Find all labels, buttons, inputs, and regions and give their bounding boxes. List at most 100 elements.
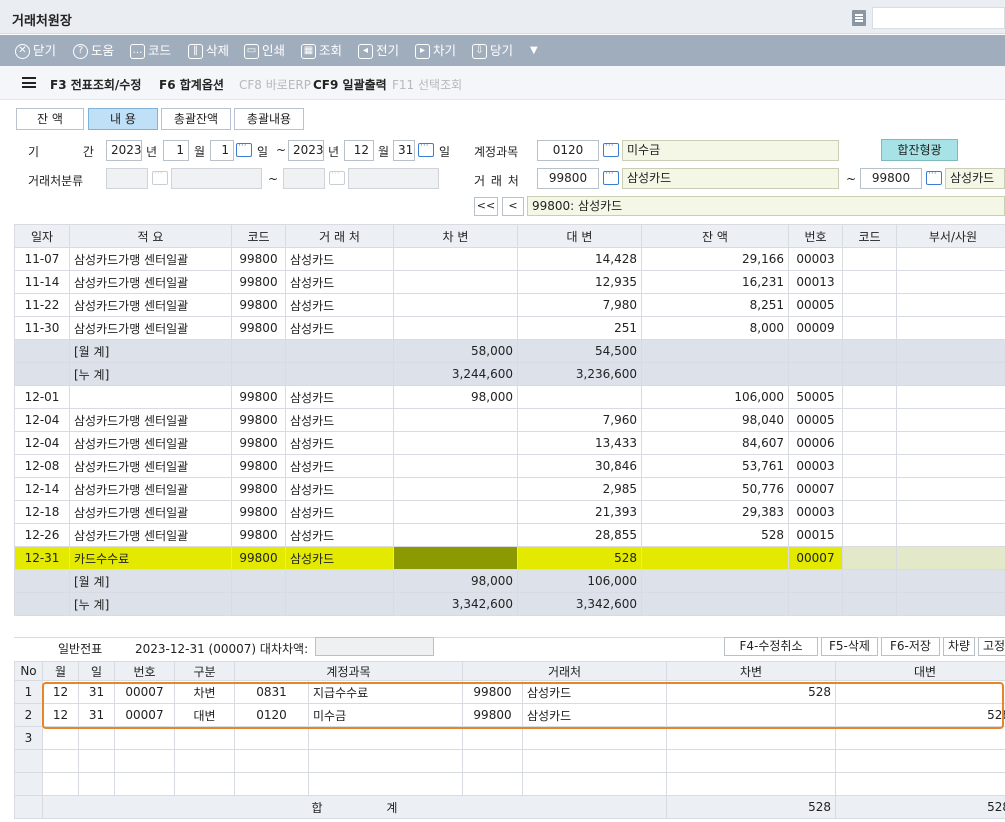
cell-empty[interactable] [522,772,668,796]
from-year-field[interactable]: 2023 [106,140,142,161]
cell-no[interactable]: 1 [14,680,43,704]
ledger-row[interactable]: 12-14 삼성카드가맹 센터일괄 99800 삼성카드 2,985 50,776 0000… [14,477,1005,501]
partner-to-code[interactable]: 99800 [860,168,922,189]
cell-empty[interactable] [78,772,115,796]
partner-from-code[interactable]: 99800 [537,168,599,189]
ledger-row[interactable]: 11-14 삼성카드가맹 센터일괄 99800 삼성카드 12,935 16,231 000… [14,270,1005,294]
combined-highlight-button[interactable]: 합잔형광 [881,139,958,161]
pull-button[interactable]: ⇩ 당기 [472,42,513,60]
ledger-row[interactable]: 11-07 삼성카드가맹 센터일괄 99800 삼성카드 14,428 29,166 000… [14,247,1005,271]
ledger-row[interactable]: [누 계] 3,342,600 3,342,600 [14,592,1005,616]
cell-empty[interactable] [174,772,235,796]
cell-day[interactable] [78,726,115,750]
ledger-row[interactable]: [누 계] 3,244,600 3,236,600 [14,362,1005,386]
lookup-icon[interactable] [926,169,942,185]
save-entry-button[interactable]: F6-저장 [881,637,940,656]
first-partner-button[interactable]: << [474,197,498,216]
prev-partner-button[interactable]: < [502,197,524,216]
calendar-icon[interactable] [236,141,252,157]
cell-empty[interactable] [42,772,79,796]
cell-empty[interactable] [14,749,43,773]
cell-empty[interactable] [307,772,464,796]
journal-row-empty[interactable] [14,772,1005,796]
delete-button[interactable]: ‖ 삭제 [188,42,229,60]
more-dropdown[interactable]: ▼ [530,42,538,60]
help-button[interactable]: ? 도움 [73,42,114,60]
to-year-field[interactable]: 2023 [288,140,324,161]
cell-no[interactable]: 3 [14,726,43,750]
cell-empty[interactable] [42,749,79,773]
code-button[interactable]: … 코드 [130,42,171,60]
tab-total-detail[interactable]: 총괄내용 [234,108,304,130]
ledger-row[interactable]: 12-04 삼성카드가맹 센터일괄 99800 삼성카드 7,960 98,040 0000… [14,408,1005,432]
cell-empty[interactable] [835,749,1005,773]
company-field[interactable] [872,7,1005,29]
calendar-icon[interactable] [418,141,434,157]
f3-button[interactable]: F3 전표조회/수정 [50,76,141,93]
tab-detail[interactable]: 내 용 [88,108,158,130]
ledger-row[interactable]: [월 계] 58,000 54,500 [14,339,1005,363]
tab-balance[interactable]: 잔 액 [16,108,84,130]
cell-credit[interactable] [835,726,1005,750]
journal-row[interactable]: 3 [14,726,1005,750]
to-day-field[interactable]: 31 [393,140,415,161]
ledger-row[interactable]: 11-30 삼성카드가맹 센터일괄 99800 삼성카드 251 8,000 00009 [14,316,1005,340]
to-month-field[interactable]: 12 [344,140,374,161]
prev-button[interactable]: ◂ 전기 [358,42,399,60]
cell-empty[interactable] [462,749,524,773]
cell-acct_name[interactable] [307,726,464,750]
cell-empty[interactable] [666,772,837,796]
cell-empty[interactable] [522,749,668,773]
class-to-field[interactable] [283,168,325,189]
cell-month[interactable] [42,726,79,750]
ledger-row[interactable]: 12-26 삼성카드가맹 센터일괄 99800 삼성카드 28,855 528 00015 [14,523,1005,547]
cell-empty[interactable] [114,749,175,773]
cell-empty[interactable] [174,749,235,773]
ledger-row[interactable]: 11-22 삼성카드가맹 센터일괄 99800 삼성카드 7,980 8,251 00005 [14,293,1005,317]
cf9-button[interactable]: CF9 일괄출력 [313,76,387,93]
ledger-row[interactable]: [월 계] 98,000 106,000 [14,569,1005,593]
f11-button[interactable]: F11 선택조회 [392,76,462,93]
cell-kind[interactable] [174,726,235,750]
cell-partner_name[interactable] [522,726,668,750]
from-day-field[interactable]: 1 [210,140,234,161]
ledger-row[interactable]: 12-04 삼성카드가맹 센터일괄 99800 삼성카드 13,433 84,607 000… [14,431,1005,455]
cell-debit[interactable] [666,726,837,750]
cell-no[interactable]: 2 [14,703,43,727]
cell-empty[interactable] [835,772,1005,796]
cell-empty[interactable] [114,772,175,796]
cf8-button[interactable]: CF8 바로ERP [239,76,311,93]
next-button[interactable]: ▸ 차기 [415,42,456,60]
cell-empty[interactable] [14,772,43,796]
class-from-field[interactable] [106,168,148,189]
journal-row-empty[interactable] [14,749,1005,773]
delete-entry-button[interactable]: F5-삭제 [821,637,878,656]
cell-empty[interactable] [234,749,309,773]
cell-acct_code[interactable] [234,726,309,750]
lookup-icon[interactable] [329,169,345,185]
cell-empty[interactable] [462,772,524,796]
cell-empty[interactable] [666,749,837,773]
lookup-icon[interactable] [603,141,619,157]
account-code-field[interactable]: 0120 [537,140,599,161]
print-button[interactable]: ▭ 인쇄 [244,42,285,60]
fixed-button[interactable]: 고정 [978,637,1005,656]
lookup-icon[interactable] [603,169,619,185]
tab-total-balance[interactable]: 총괄잔액 [161,108,231,130]
f6-button[interactable]: F6 합계옵션 [159,76,224,93]
from-month-field[interactable]: 1 [163,140,189,161]
cell-num[interactable] [114,726,175,750]
ledger-row[interactable]: 12-18 삼성카드가맹 센터일괄 99800 삼성카드 21,393 29,383 000… [14,500,1005,524]
ledger-row[interactable]: 12-31 카드수수료 99800 삼성카드 528 00007 [14,546,1005,570]
cell-empty[interactable] [234,772,309,796]
search-button[interactable]: ▦ 조회 [301,42,342,60]
close-button[interactable]: ✕ 닫기 [15,42,56,60]
ledger-row[interactable]: 12-08 삼성카드가맹 센터일괄 99800 삼성카드 30,846 53,761 000… [14,454,1005,478]
cell-empty[interactable] [78,749,115,773]
ledger-row[interactable]: 12-01 99800 삼성카드 98,000 106,000 50005 [14,385,1005,409]
building-icon[interactable] [852,10,866,26]
cell-partner_code[interactable] [462,726,524,750]
lookup-icon[interactable] [152,169,168,185]
cancel-edit-button[interactable]: F4-수정취소 [724,637,818,656]
vehicle-button[interactable]: 차량 [943,637,975,656]
